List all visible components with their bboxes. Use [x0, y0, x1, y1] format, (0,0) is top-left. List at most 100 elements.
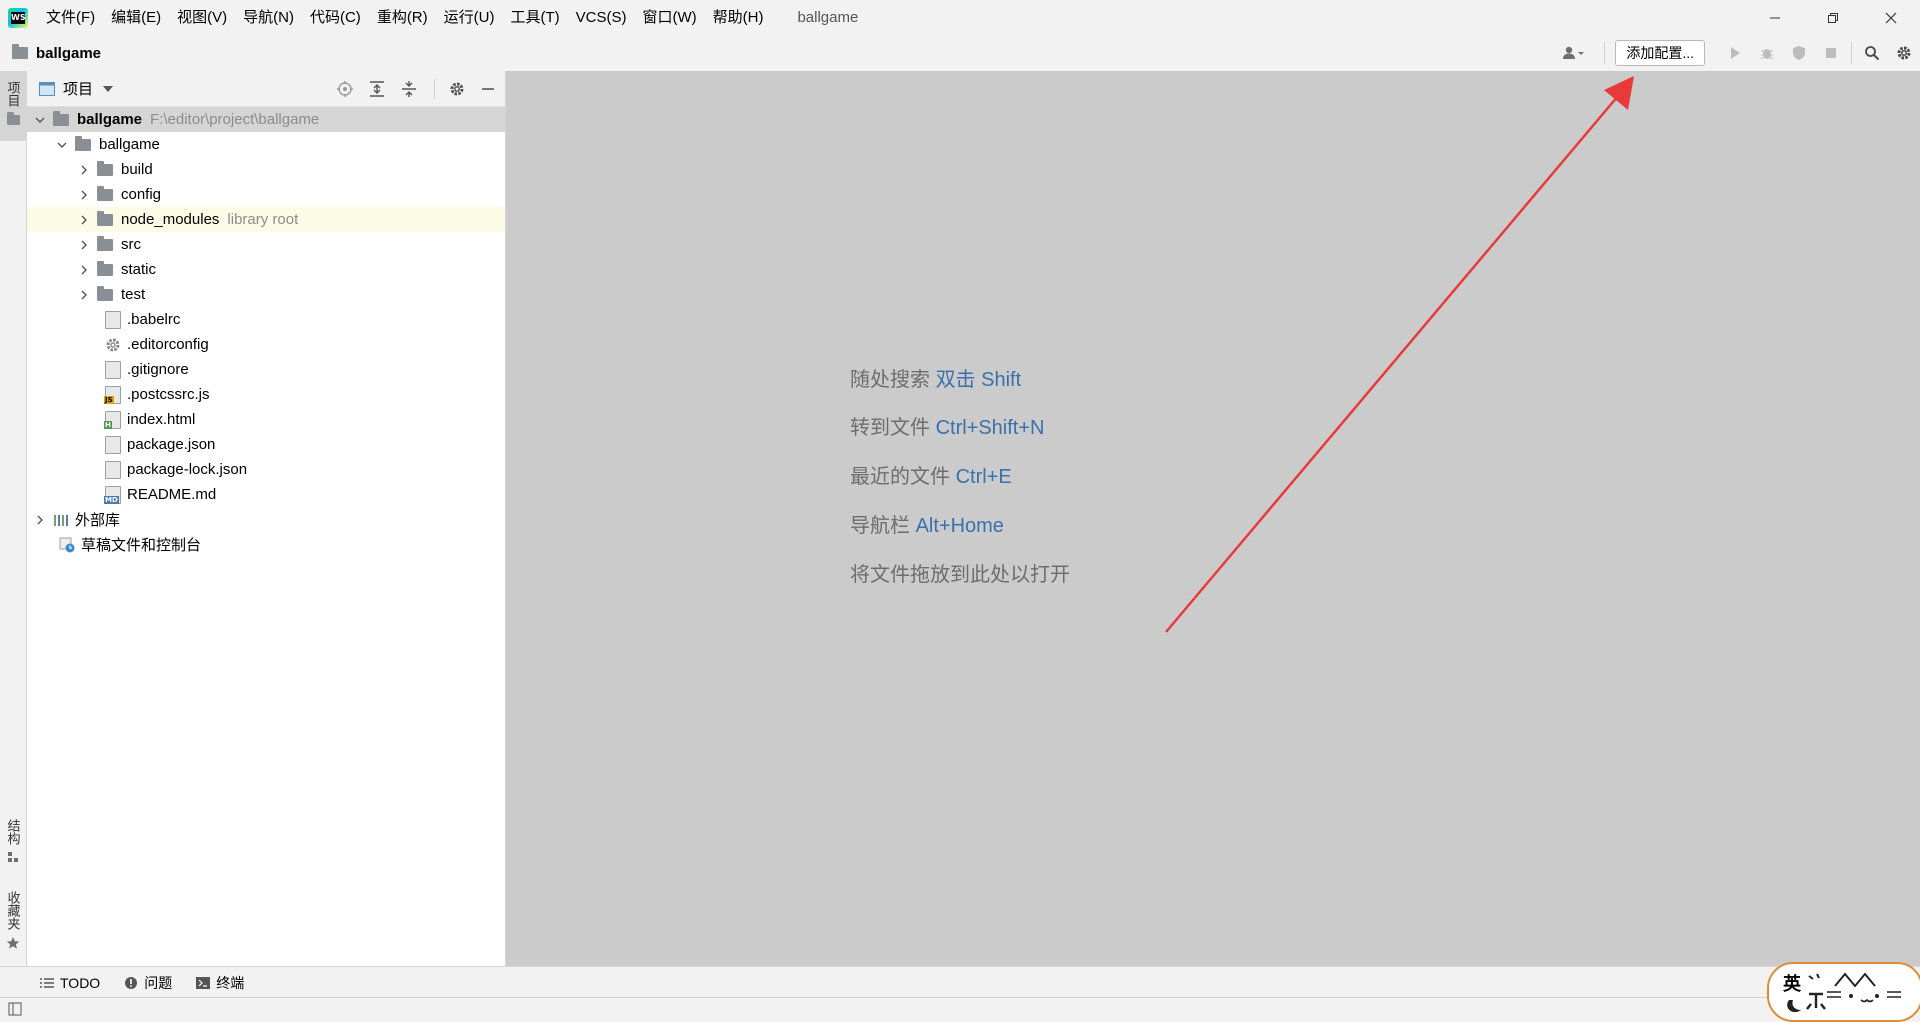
chevron-right-icon[interactable]: [33, 513, 47, 527]
tree-row-folder[interactable]: build: [27, 157, 505, 182]
terminal-label: 终端: [216, 974, 245, 991]
file-label: package-lock.json: [127, 461, 248, 478]
expand-all-icon[interactable]: [368, 80, 386, 98]
folder-icon: [97, 260, 113, 276]
search-everywhere-button[interactable]: [1856, 35, 1888, 71]
structure-tab-label: 结构: [5, 819, 21, 845]
settings-button[interactable]: [1888, 35, 1920, 71]
breadcrumb[interactable]: ballgame: [12, 44, 101, 62]
gear-icon[interactable]: [449, 81, 465, 97]
tree-row-folder[interactable]: src: [27, 232, 505, 257]
tree-root-path: F:\editor\project\ballgame: [150, 111, 320, 128]
ime-mascot-widget[interactable]: 英: [1767, 962, 1920, 1022]
close-button[interactable]: [1862, 0, 1920, 35]
html-file-icon: H: [104, 410, 121, 429]
folder-label: node_modules: [121, 211, 220, 228]
locate-file-icon[interactable]: [336, 80, 354, 98]
navigation-bar: ballgame 添加配置...: [0, 35, 1920, 72]
main-menu: 文件(F) 编辑(E) 视图(V) 导航(N) 代码(C) 重构(R) 运行(U…: [38, 0, 771, 35]
coverage-button[interactable]: [1783, 35, 1815, 71]
run-button[interactable]: [1719, 35, 1751, 71]
folder-label: build: [121, 161, 153, 178]
debug-button[interactable]: [1751, 35, 1783, 71]
tree-row-folder[interactable]: test: [27, 282, 505, 307]
favorites-tool-tab[interactable]: 收藏夹: [0, 891, 26, 961]
terminal-tab[interactable]: 终端: [196, 973, 244, 993]
menu-code[interactable]: 代码(C): [302, 0, 369, 35]
menu-run[interactable]: 运行(U): [436, 0, 503, 35]
chevron-right-icon[interactable]: [77, 213, 91, 227]
structure-icon: [8, 852, 18, 862]
folder-icon: [75, 135, 91, 151]
todo-tab[interactable]: TODO: [40, 975, 100, 991]
restore-button[interactable]: [1804, 0, 1862, 35]
menu-navigate[interactable]: 导航(N): [235, 0, 302, 35]
menu-help[interactable]: 帮助(H): [705, 0, 772, 35]
markdown-file-icon: MD: [104, 485, 121, 504]
menu-window[interactable]: 窗口(W): [634, 0, 704, 35]
debug-bug-icon: [1760, 49, 1774, 60]
minimize-button[interactable]: [1746, 0, 1804, 35]
toggle-tool-windows-icon[interactable]: [8, 1002, 22, 1016]
tree-row-root[interactable]: ballgame F:\editor\project\ballgame: [27, 107, 505, 132]
stop-button[interactable]: [1815, 35, 1847, 71]
file-label: .gitignore: [127, 361, 189, 378]
add-configuration-button[interactable]: 添加配置...: [1615, 40, 1705, 66]
chevron-down-icon[interactable]: [55, 138, 69, 152]
hint-shortcut: Ctrl+E: [955, 466, 1012, 488]
window-title: ballgame: [797, 9, 859, 26]
tree-row-file[interactable]: .editorconfig: [27, 332, 505, 357]
ignore-file-icon: [105, 360, 121, 379]
problems-icon: [125, 976, 138, 989]
tree-row-file[interactable]: .gitignore: [27, 357, 505, 382]
project-tree: ballgame F:\editor\project\ballgame ball…: [27, 107, 505, 557]
todo-label: TODO: [60, 974, 101, 991]
editor-empty-area[interactable]: 随处搜索 双击 Shift 转到文件 Ctrl+Shift+N 最近的文件 Ct…: [506, 71, 1920, 966]
tree-row-file[interactable]: package.json: [27, 432, 505, 457]
menu-vcs[interactable]: VCS(S): [568, 0, 635, 35]
tree-row-folder[interactable]: static: [27, 257, 505, 282]
chevron-right-icon[interactable]: [77, 238, 91, 252]
problems-tab[interactable]: 问题: [124, 973, 172, 993]
project-view-label[interactable]: 项目: [63, 78, 93, 99]
tree-row-scratches[interactable]: 草稿文件和控制台: [27, 532, 505, 557]
chevron-down-icon[interactable]: [33, 113, 47, 127]
user-icon: [1563, 46, 1585, 59]
chevron-right-icon[interactable]: [77, 188, 91, 202]
library-root-note: library root: [227, 211, 299, 228]
file-label: .editorconfig: [127, 336, 209, 353]
tree-row-file[interactable]: JS .postcssrc.js: [27, 382, 505, 407]
chevron-right-icon[interactable]: [77, 288, 91, 302]
folder-icon: [6, 112, 20, 125]
hide-panel-icon[interactable]: [481, 82, 495, 96]
hint-text: 将文件拖放到此处以打开: [850, 564, 1070, 586]
tree-row-inner[interactable]: ballgame: [27, 132, 505, 157]
tree-inner-name: ballgame: [99, 136, 160, 153]
tree-row-file[interactable]: MD README.md: [27, 482, 505, 507]
coverage-shield-icon: [1793, 46, 1805, 60]
menu-file[interactable]: 文件(F): [38, 0, 103, 35]
json-file-icon: [105, 460, 121, 479]
chevron-down-icon[interactable]: [103, 85, 114, 93]
menu-view[interactable]: 视图(V): [169, 0, 235, 35]
menu-refactor[interactable]: 重构(R): [369, 0, 436, 35]
bottom-tool-bar: TODO 问题 终端: [0, 966, 1920, 998]
library-icon: [54, 514, 68, 526]
tree-row-external-libraries[interactable]: 外部库: [27, 507, 505, 532]
tree-row-file[interactable]: H index.html: [27, 407, 505, 432]
external-libraries-label: 外部库: [75, 512, 121, 529]
minimize-icon: [1770, 17, 1780, 18]
menu-edit[interactable]: 编辑(E): [103, 0, 169, 35]
tree-row-folder[interactable]: node_modules library root: [27, 207, 505, 232]
structure-tool-tab[interactable]: 结构: [0, 819, 26, 889]
menu-tools[interactable]: 工具(T): [502, 0, 567, 35]
tree-row-file[interactable]: .babelrc: [27, 307, 505, 332]
collapse-all-icon[interactable]: [400, 80, 418, 98]
tree-row-file[interactable]: package-lock.json: [27, 457, 505, 482]
chevron-right-icon[interactable]: [77, 263, 91, 277]
tree-row-folder[interactable]: config: [27, 182, 505, 207]
chevron-right-icon[interactable]: [77, 163, 91, 177]
project-tool-tab[interactable]: 项目: [0, 71, 26, 141]
user-dropdown-button[interactable]: [1554, 35, 1594, 71]
stop-icon: [1826, 48, 1836, 58]
